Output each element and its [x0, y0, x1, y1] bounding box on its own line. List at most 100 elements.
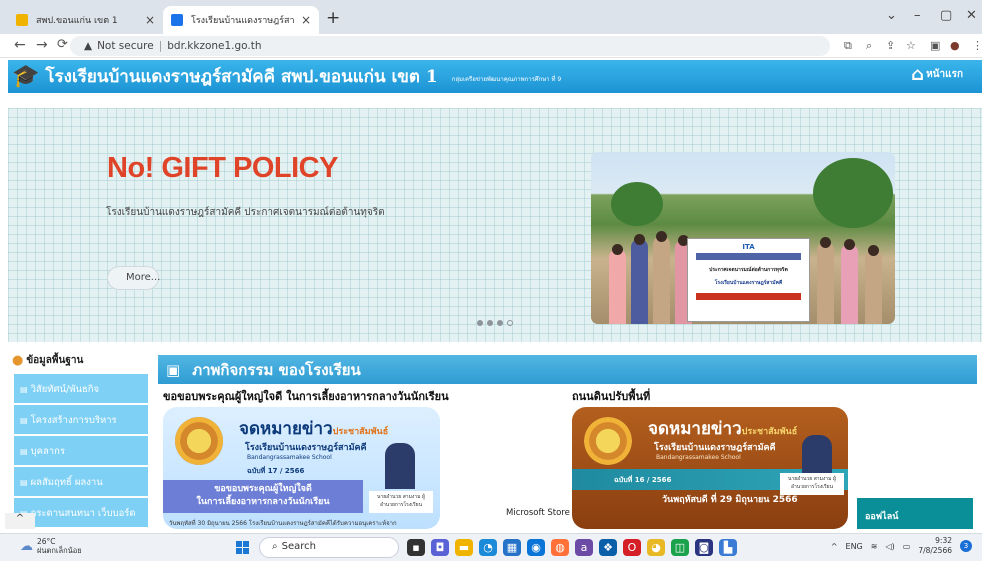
translate-icon[interactable]: ⧉ — [844, 39, 852, 53]
new-tab-button[interactable]: + — [326, 8, 340, 28]
bullet-icon: ▤ — [20, 447, 28, 456]
person-shape — [817, 242, 834, 324]
close-window-button[interactable]: ✕ — [966, 8, 977, 23]
scroll-up-button[interactable]: ^ — [5, 513, 35, 529]
windows-taskbar: ☁ 26°C ฝนตกเล็กน้อย ⌕ Search ▪ ◘ ▬ ◔ ▦ ◉ … — [0, 533, 982, 561]
close-tab-icon[interactable]: × — [145, 13, 155, 27]
online-status-panel: ออฟไลน์ — [857, 498, 973, 529]
profile-avatar-icon[interactable]: ● — [950, 39, 960, 52]
maximize-button[interactable]: ▢ — [940, 8, 952, 23]
school-name: โรงเรียนบ้านแดงราษฎร์สามัคคี — [654, 443, 776, 453]
teams-chat-icon[interactable]: ◘ — [431, 539, 449, 556]
newsletter-headline: จดหมายข่าวประชาสัมพันธ์ — [239, 419, 389, 439]
sidebar-item-vision[interactable]: ▤ วิสัยทัศน์/พันธกิจ — [14, 374, 148, 404]
microsoft-store-icon[interactable]: ▦ — [503, 539, 521, 556]
edge-browser-icon[interactable]: ◔ — [479, 539, 497, 556]
banner-title: ประกาศเจตนารมณ์ต่อต้านการทุจริต — [709, 267, 788, 273]
app-icon[interactable]: ◙ — [695, 539, 713, 556]
slide-dot-active[interactable] — [507, 320, 513, 326]
banner-school: โรงเรียนบ้านแดงราษฎร์สามัคคี — [714, 280, 783, 286]
bullet-icon: ▤ — [20, 478, 28, 487]
news-date: วันพฤหัสบดี ที่ 29 มิถุนายน 2566 — [662, 495, 798, 505]
chevron-up-icon[interactable]: ^ — [831, 542, 838, 551]
person-shape — [631, 239, 648, 324]
news-title-2[interactable]: ถนนดินปรับพื้นที่ — [572, 387, 650, 405]
person-head — [634, 234, 645, 245]
time: 9:32 — [935, 536, 952, 545]
tab-search-chevron-icon[interactable]: ⌄ — [886, 8, 897, 23]
menu-dots-icon[interactable]: ⋮ — [972, 39, 982, 52]
news-card-2[interactable]: จดหมายข่าวประชาสัมพันธ์ โรงเรียนบ้านแดงร… — [572, 407, 848, 529]
newsletter-headline: จดหมายข่าวประชาสัมพันธ์ — [648, 419, 798, 439]
slide-dot[interactable] — [497, 320, 503, 326]
sidebar-item-structure[interactable]: ▤ โครงสร้างการบริหาร — [14, 405, 148, 435]
home-icon: ⌂ — [911, 64, 925, 85]
weather-widget[interactable]: ☁ 26°C ฝนตกเล็กน้อย — [20, 537, 82, 555]
browser-tab-active[interactable]: โรงเรียนบ้านแดงราษฎร์สามัคคี สังกัด × — [163, 6, 319, 34]
news-title-1[interactable]: ขอขอบพระคุณผู้ใหญ่ใจดี ในการเลี้ยงอาหารก… — [163, 387, 449, 405]
folder-icon: ● — [12, 353, 24, 368]
clock[interactable]: 9:32 7/8/2566 — [918, 536, 952, 556]
chrome-icon[interactable]: ◕ — [647, 539, 665, 556]
battery-icon[interactable]: ▭ — [903, 542, 911, 551]
bookmark-star-icon[interactable]: ☆ — [906, 39, 916, 52]
share-icon[interactable]: ⇪ — [886, 39, 895, 52]
address-bar[interactable]: ▲ Not secure | bdr.kkzone1.go.th — [70, 36, 830, 56]
person-shape — [865, 250, 882, 324]
tab-title: โรงเรียนบ้านแดงราษฎร์สามัคคี สังกัด — [191, 16, 295, 26]
app-icon[interactable]: ◉ — [527, 539, 545, 556]
file-explorer-icon[interactable]: ▬ — [455, 539, 473, 556]
activities-header: ▣ ภาพกิจกรรม ของโรงเรียน — [158, 355, 977, 384]
browser-tab-strip: สพป.ขอนแก่น เขต 1 × โรงเรียนบ้านแดงราษฎร… — [0, 0, 982, 34]
taskbar-search[interactable]: ⌕ Search — [259, 537, 399, 558]
back-icon[interactable]: ← — [14, 37, 26, 53]
windows-start-icon[interactable] — [236, 541, 249, 554]
hero-photo: ITA ประกาศเจตนารมณ์ต่อต้านการทุจริต โรงเ… — [591, 152, 895, 324]
wifi-icon[interactable]: ≋ — [871, 542, 878, 551]
close-tab-icon[interactable]: × — [301, 13, 311, 27]
person-shape — [609, 249, 626, 324]
banner-ita-text: ITA — [742, 243, 755, 251]
hero-title: No! GIFT POLICY — [107, 152, 338, 184]
home-link[interactable]: ⌂ หน้าแรก — [911, 64, 963, 85]
firefox-icon[interactable]: ◍ — [551, 539, 569, 556]
opera-icon[interactable]: O — [623, 539, 641, 556]
news-footer-text: วันพฤหัสที่ 30 มิถุนายน 2566 โรงเรียนบ้า… — [169, 520, 397, 527]
site-subtitle: กลุ่มเครือข่ายพัฒนาคุณภาพการศึกษา ที่ 9 — [451, 76, 562, 83]
sidebar-item-achievements[interactable]: ▤ ผลสัมฤทธิ์ ผลงาน — [14, 467, 148, 497]
microsoft-store-tooltip: Microsoft Store — [506, 508, 570, 518]
volume-icon[interactable]: ◁) — [885, 542, 894, 551]
person-head — [844, 239, 855, 250]
person-head — [868, 245, 879, 256]
sidebar-item-personnel[interactable]: ▤ บุคลากร — [14, 436, 148, 466]
dropbox-icon[interactable]: ❖ — [599, 539, 617, 556]
zoom-icon[interactable]: ⌕ — [866, 39, 872, 53]
slide-dot[interactable] — [477, 320, 483, 326]
anti-corruption-banner: ITA ประกาศเจตนารมณ์ต่อต้านการทุจริต โรงเ… — [687, 238, 810, 322]
image-gallery-icon: ▣ — [166, 360, 181, 379]
news-card-1[interactable]: จดหมายข่าวประชาสัมพันธ์ โรงเรียนบ้านแดงร… — [163, 407, 440, 529]
url-text: bdr.kkzone1.go.th — [167, 40, 262, 52]
browser-tab[interactable]: สพป.ขอนแก่น เขต 1 × — [8, 6, 163, 34]
director-label: นายอำนวย สามงาม ผู้อำนวยการโรงเรียน — [780, 473, 844, 495]
activities-title: ภาพกิจกรรม ของโรงเรียน — [192, 360, 361, 379]
side-panel-icon[interactable]: ▣ — [930, 39, 940, 52]
app-icon[interactable]: ▙ — [719, 539, 737, 556]
more-button[interactable]: More... — [107, 266, 160, 290]
font-app-icon[interactable]: a — [575, 539, 593, 556]
language-indicator[interactable]: ENG — [846, 542, 863, 551]
notification-badge[interactable]: 3 — [960, 540, 972, 552]
site-header: 🎓 โรงเรียนบ้านแดงราษฎร์สามัคคี สพป.ขอนแก… — [8, 60, 982, 93]
cloud-rain-icon: ☁ — [20, 538, 33, 554]
reload-icon[interactable]: ⟳ — [57, 37, 68, 52]
minimize-button[interactable]: – — [914, 8, 921, 23]
weather-status: ฝนตกเล็กน้อย — [37, 546, 82, 555]
slide-dot[interactable] — [487, 320, 493, 326]
task-view-icon[interactable]: ▪ — [407, 539, 425, 556]
graduation-cap-icon: 🎓 — [12, 63, 40, 89]
hero-slider: No! GIFT POLICY โรงเรียนบ้านแดงราษฎร์สาม… — [8, 108, 982, 342]
line-app-icon[interactable]: ◫ — [671, 539, 689, 556]
hero-description: โรงเรียนบ้านแดงราษฎร์สามัคคี ประกาศเจตนา… — [106, 207, 385, 218]
temperature: 26°C — [37, 537, 56, 546]
forward-icon[interactable]: → — [36, 37, 48, 53]
